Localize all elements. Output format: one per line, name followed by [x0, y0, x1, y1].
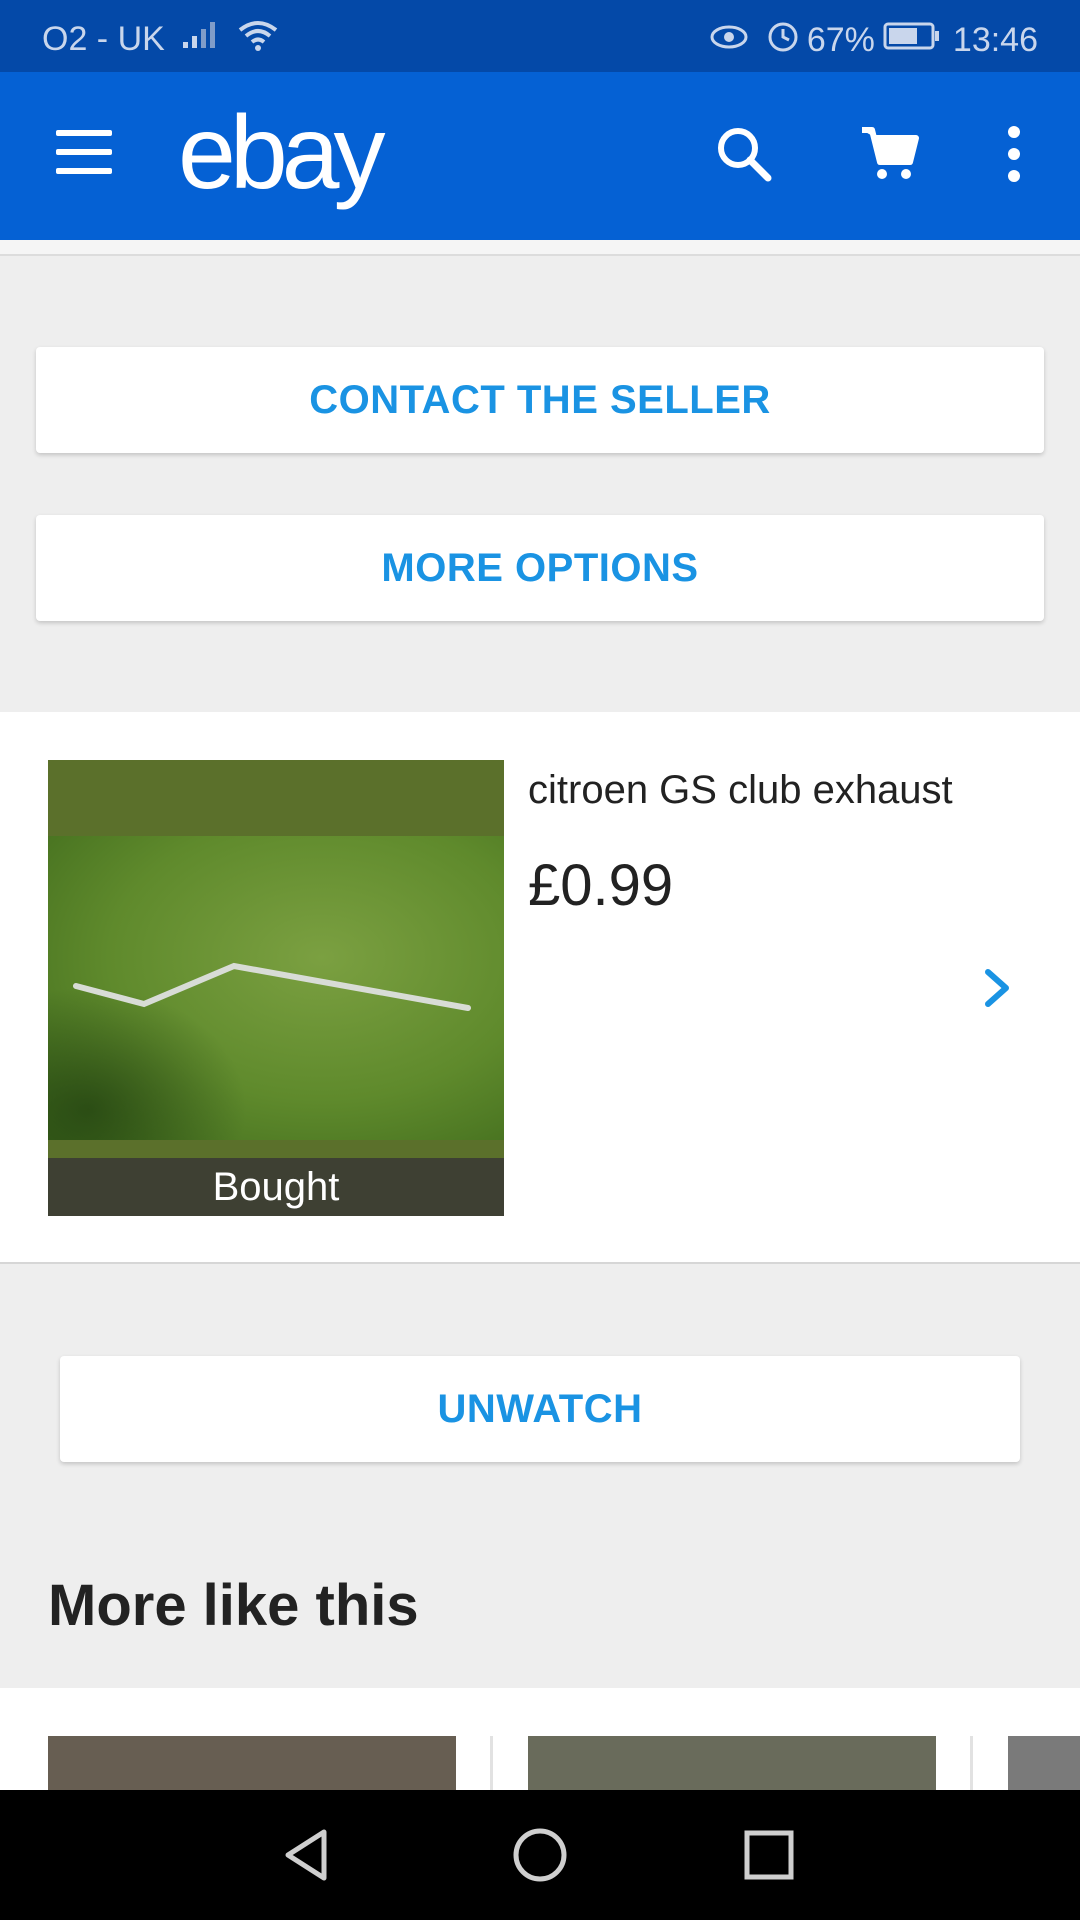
carousel-item-thumbnail[interactable] [1008, 1736, 1080, 1790]
back-icon[interactable] [272, 1820, 342, 1890]
bought-badge: Bought [48, 1158, 504, 1216]
search-icon[interactable] [712, 122, 776, 186]
exhaust-pipe-image [73, 962, 471, 1011]
carousel-item-thumbnail[interactable] [48, 1736, 456, 1790]
carrier-label: O2 - UK [42, 20, 165, 58]
eye-icon [709, 21, 749, 60]
ebay-logo[interactable]: ebay [178, 94, 386, 213]
battery-percent: 67% [806, 21, 875, 59]
status-right: 67% 13:46 [693, 18, 1038, 63]
alarm-icon [765, 18, 801, 63]
status-bar: O2 - UK 67% 13:46 [0, 0, 1080, 72]
recents-icon[interactable] [734, 1820, 804, 1890]
menu-icon[interactable] [56, 130, 112, 174]
more-options-button[interactable]: MORE OPTIONS [36, 515, 1044, 621]
more-like-this-carousel[interactable] [0, 1688, 1080, 1790]
unwatch-button[interactable]: UNWATCH [60, 1356, 1020, 1462]
item-title[interactable]: citroen GS club exhaust [528, 768, 953, 813]
item-thumbnail[interactable]: Bought [48, 760, 504, 1216]
more-like-this-heading: More like this [48, 1573, 419, 1638]
item-price: £0.99 [528, 853, 674, 918]
wifi-icon [237, 18, 279, 61]
contact-seller-button[interactable]: CONTACT THE SELLER [36, 347, 1044, 453]
app-bar: ebay [0, 72, 1080, 240]
navigation-bar [0, 1790, 1080, 1920]
cart-icon[interactable] [858, 122, 922, 186]
home-icon[interactable] [505, 1820, 575, 1890]
chevron-right-icon[interactable] [980, 966, 1014, 1010]
clock-time: 13:46 [952, 21, 1038, 59]
content-top-edge [0, 240, 1080, 256]
battery-icon [883, 21, 941, 60]
carousel-item-thumbnail[interactable] [528, 1736, 936, 1790]
signal-icon [181, 20, 221, 59]
more-vert-icon[interactable] [996, 122, 1032, 186]
status-left: O2 - UK [42, 18, 279, 61]
